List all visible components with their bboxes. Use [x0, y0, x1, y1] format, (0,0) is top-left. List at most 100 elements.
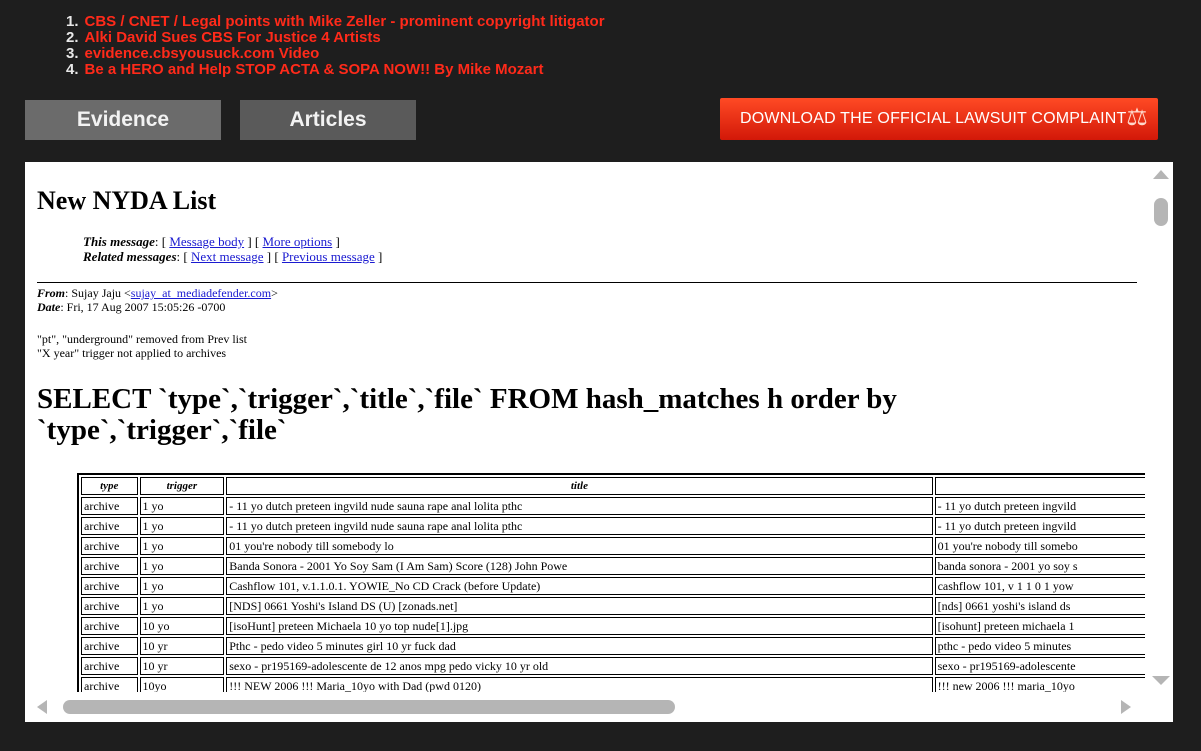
cell-type: archive [81, 557, 138, 575]
cell-type: archive [81, 637, 138, 655]
arrow-left-icon[interactable] [37, 700, 47, 714]
more-options-link[interactable]: More options [263, 234, 333, 249]
top-link-item: 4. Be a HERO and Help STOP ACTA & SOPA NO… [66, 62, 605, 78]
table-body: archive 1 yo - 11 yo dutch preteen ingvild… [81, 497, 1145, 692]
cell-type: archive [81, 597, 138, 615]
table-header-row: type trigger title [81, 477, 1145, 495]
download-complaint-button[interactable]: DOWNLOAD THE OFFICIAL LAWSUIT COMPLAINT … [720, 98, 1158, 140]
cell-title: Cashflow 101, v.1.1.0.1. YOWIE_No CD Cra… [226, 577, 933, 595]
cell-title: !!! NEW 2006 !!! Maria_10yo with Dad (pw… [226, 677, 933, 692]
this-message-row: This message: [ Message body ] [ More op… [83, 234, 340, 249]
top-link-item: 1. CBS / CNET / Legal points with Mike Ze… [66, 14, 605, 30]
cell-title: - 11 yo dutch preteen ingvild nude sauna… [226, 517, 933, 535]
cell-file: - 11 yo dutch preteen ingvild [934, 497, 1145, 515]
cell-title: Banda Sonora - 2001 Yo Soy Sam (I Am Sam… [226, 557, 933, 575]
message-meta: From: Sujay Jaju <sujay_at_mediadefender… [37, 286, 278, 314]
cell-type: archive [81, 517, 138, 535]
date-label: Date [37, 300, 61, 314]
column-header-type: type [81, 477, 138, 495]
table-row: archive 1 yo - 11 yo dutch preteen ingvild… [81, 497, 1145, 515]
table-row: archive 10yo!!! NEW 2006 !!! Maria_10yo w… [81, 677, 1145, 692]
from-end: > [271, 286, 278, 300]
from-row: From: Sujay Jaju <sujay_at_mediadefender… [37, 286, 278, 300]
cell-trigger: 1 yo [139, 597, 225, 615]
cell-trigger: 1 yo [139, 537, 225, 555]
horizontal-scroll-thumb[interactable] [63, 700, 675, 714]
vertical-scroll-thumb[interactable] [1154, 198, 1168, 226]
top-links-list: 1. CBS / CNET / Legal points with Mike Ze… [66, 14, 605, 78]
page-title: New NYDA List [37, 186, 217, 215]
cell-file: 01 you're nobody till somebo [934, 537, 1145, 555]
cell-type: archive [81, 677, 138, 692]
footer-band [0, 722, 1201, 751]
date-row: Date: Fri, 17 Aug 2007 15:05:26 -0700 [37, 300, 226, 314]
table-row: archive 1 yo Cashflow 101, v.1.1.0.1. YOWI… [81, 577, 1145, 595]
cell-trigger: 10 yr [139, 637, 225, 655]
message-body-link[interactable]: Message body [169, 234, 244, 249]
cell-title: 01 you're nobody till somebody lo [226, 537, 933, 555]
table-row: archive 1 yo Banda Sonora - 2001 Yo Soy Sa… [81, 557, 1145, 575]
cell-trigger: 1 yo [139, 557, 225, 575]
cell-trigger: 10yo [139, 677, 225, 692]
cell-file: [nds] 0661 yoshi's island ds [934, 597, 1145, 615]
note-line: "pt", "underground" removed from Prev li… [37, 332, 248, 346]
column-header-trigger: trigger [139, 477, 225, 495]
top-link-item: 2. Alki David Sues CBS For Justice 4 Arti… [66, 30, 605, 46]
cell-type: archive [81, 497, 138, 515]
cell-title: - 11 yo dutch preteen ingvild nude sauna… [226, 497, 933, 515]
arrow-right-icon[interactable] [1121, 700, 1131, 714]
list-number: 2. [66, 29, 79, 46]
cell-type: archive [81, 617, 138, 635]
cell-file: cashflow 101, v 1 1 0 1 yow [934, 577, 1145, 595]
download-button-label: DOWNLOAD THE OFFICIAL LAWSUIT COMPLAINT [740, 110, 1127, 127]
next-message-link[interactable]: Next message [191, 249, 264, 264]
top-link-1[interactable]: CBS / CNET / Legal points with Mike Zell… [85, 13, 605, 30]
hash-matches-table: type trigger title archive 1 yo - 11 yo du… [77, 473, 1145, 692]
cell-file: pthc - pedo video 5 minutes [934, 637, 1145, 655]
horizontal-rule [37, 282, 1137, 283]
horizontal-scrollbar[interactable] [25, 692, 1173, 722]
scales-of-justice-icon: ⚖ [1126, 104, 1148, 131]
related-messages-row: Related messages: [ Next message ] [ Pre… [83, 249, 383, 264]
top-link-item: 3. evidence.cbsyousuck.com Video [66, 46, 605, 62]
table-row: archive 1 yo 01 you're nobody till somebod… [81, 537, 1145, 555]
list-number: 3. [66, 45, 79, 62]
cell-type: archive [81, 537, 138, 555]
tab-evidence[interactable]: Evidence [25, 100, 221, 140]
message-notes: "pt", "underground" removed from Prev li… [37, 332, 247, 360]
top-link-3[interactable]: evidence.cbsyousuck.com Video [85, 45, 320, 62]
arrow-down-icon[interactable] [1152, 676, 1170, 685]
cell-trigger: 10 yo [139, 617, 225, 635]
arrow-up-icon[interactable] [1153, 170, 1169, 179]
cell-trigger: 1 yo [139, 517, 225, 535]
cell-file: !!! new 2006 !!! maria_10yo [934, 677, 1145, 692]
previous-message-link[interactable]: Previous message [282, 249, 375, 264]
column-header-title: title [226, 477, 933, 495]
this-message-label: This message [83, 234, 155, 249]
related-messages-label: Related messages [83, 249, 177, 264]
top-link-4[interactable]: Be a HERO and Help STOP ACTA & SOPA NOW!… [85, 61, 544, 78]
table-row: archive 1 yo - 11 yo dutch preteen ingvild… [81, 517, 1145, 535]
from-name: Sujay Jaju < [71, 286, 131, 300]
list-number: 4. [66, 61, 79, 78]
top-link-2[interactable]: Alki David Sues CBS For Justice 4 Artist… [85, 29, 381, 46]
cell-trigger: 1 yo [139, 577, 225, 595]
table-row: archive 10 yo [isoHunt] preteen Michaela 1… [81, 617, 1145, 635]
cell-title: Pthc - pedo video 5 minutes girl 10 yr f… [226, 637, 933, 655]
cell-trigger: 10 yr [139, 657, 225, 675]
message-nav: This message: [ Message body ] [ More op… [83, 234, 382, 264]
cell-file: sexo - pr195169-adolescente [934, 657, 1145, 675]
cell-type: archive [81, 657, 138, 675]
sql-heading: SELECT `type`,`trigger`,`title`,`file` F… [37, 383, 897, 446]
cell-title: [isoHunt] preteen Michaela 10 yo top nud… [226, 617, 933, 635]
table-row: archive 10 yr sexo - pr195169-adolescente … [81, 657, 1145, 675]
vertical-scrollbar[interactable] [1145, 162, 1173, 692]
table-row: archive 10 yr Pthc - pedo video 5 minutes … [81, 637, 1145, 655]
cell-title: sexo - pr195169-adolescente de 12 anos m… [226, 657, 933, 675]
cell-file: - 11 yo dutch preteen ingvild [934, 517, 1145, 535]
column-header-file [934, 477, 1145, 495]
table-row: archive 1 yo [NDS] 0661 Yoshi's Island DS … [81, 597, 1145, 615]
tab-articles[interactable]: Articles [240, 100, 416, 140]
message-viewer: New NYDA List This message: [ Message bo… [25, 162, 1145, 692]
from-email-link[interactable]: sujay_at_mediadefender.com [131, 286, 271, 300]
